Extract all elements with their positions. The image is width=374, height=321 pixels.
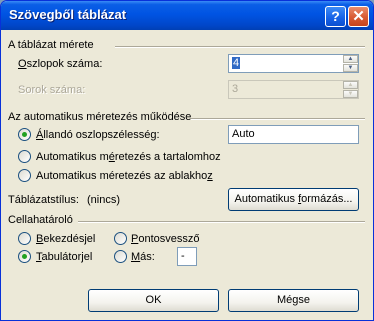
tab-label[interactable]: Tabulátorjel — [36, 251, 92, 263]
columns-stepper-arrows: ▲ ▼ — [343, 55, 358, 72]
separator-group-label: Cellahatároló — [8, 214, 73, 226]
rows-up-icon: ▲ — [343, 81, 358, 89]
table-size-group-label: A táblázat mérete — [8, 39, 94, 51]
rows-value: 3 — [232, 83, 239, 95]
columns-down-icon[interactable]: ▼ — [343, 64, 358, 72]
autofit-group-label: Az automatikus méretezés működése — [8, 111, 192, 123]
rows-down-icon: ▼ — [343, 90, 358, 98]
ok-button[interactable]: OK — [88, 289, 219, 312]
text-to-table-dialog: Szövegből táblázat ? ✕ A táblázat mérete… — [0, 0, 374, 321]
other-label[interactable]: Más: — [131, 251, 155, 263]
columns-stepper[interactable]: 4 ▲ ▼ — [228, 54, 359, 73]
paragraph-radio[interactable] — [18, 232, 31, 245]
fixed-width-label[interactable]: Állandó oszlopszélesség: — [36, 129, 160, 141]
fixed-width-value: Auto — [232, 128, 255, 140]
columns-up-icon[interactable]: ▲ — [343, 55, 358, 63]
table-style-value: (nincs) — [87, 194, 121, 206]
separator-divider — [78, 221, 365, 223]
close-icon: ✕ — [352, 8, 365, 25]
help-icon: ? — [331, 8, 340, 24]
fixed-width-select[interactable]: Auto — [228, 125, 359, 144]
tab-radio-dot — [22, 254, 27, 259]
other-separator-input[interactable]: - — [177, 247, 197, 266]
rows-stepper: 3 ▲ ▼ — [228, 80, 359, 99]
autofit-window-label[interactable]: Automatikus méretezés az ablakhoz — [36, 170, 213, 182]
autoformat-button[interactable]: Automatikus formázás... — [228, 188, 359, 211]
table-size-divider — [115, 46, 365, 48]
autofit-window-radio[interactable] — [18, 169, 31, 182]
semicolon-label[interactable]: Pontosvessző — [131, 233, 200, 245]
dialog-title: Szövegből táblázat — [9, 7, 127, 22]
cancel-button[interactable]: Mégse — [228, 289, 359, 312]
columns-label: Oszlopok száma: — [18, 58, 103, 70]
autofit-contents-radio[interactable] — [18, 150, 31, 163]
fixed-width-radio[interactable] — [18, 128, 31, 141]
other-radio[interactable] — [114, 250, 127, 263]
fixed-width-radio-dot — [22, 132, 27, 137]
columns-value: 4 — [232, 57, 241, 69]
paragraph-label[interactable]: Bekezdésjel — [36, 233, 95, 245]
other-separator-value: - — [181, 250, 185, 262]
autofit-divider — [191, 118, 365, 120]
rows-stepper-arrows: ▲ ▼ — [343, 81, 358, 98]
tab-radio[interactable] — [18, 250, 31, 263]
close-button[interactable]: ✕ — [348, 6, 369, 27]
semicolon-radio[interactable] — [114, 232, 127, 245]
table-style-label: Táblázatstílus: — [8, 194, 79, 206]
rows-label: Sorok száma: — [18, 84, 86, 96]
title-bar[interactable]: Szövegből táblázat ? ✕ — [1, 1, 373, 30]
autofit-contents-label[interactable]: Automatikus méretezés a tartalomhoz — [36, 151, 221, 163]
help-button[interactable]: ? — [325, 6, 346, 27]
